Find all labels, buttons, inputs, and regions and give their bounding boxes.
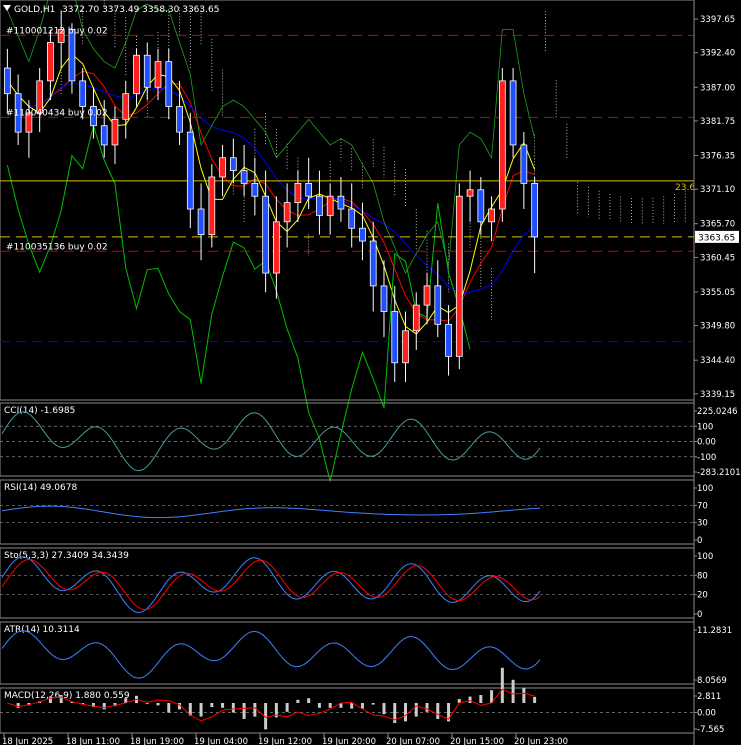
panel-scale-label: 100 bbox=[697, 422, 713, 432]
panel-title: Sto(5,3,3) 27.3409 34.3439 bbox=[4, 551, 129, 561]
panel-scale-label: 100 bbox=[697, 552, 713, 562]
candle bbox=[208, 164, 216, 248]
time-axis-label: 20 Jun 07:00 bbox=[386, 737, 440, 745]
order-label: #110040434 buy 0.02 bbox=[6, 108, 108, 118]
panel-scale-label: -100 bbox=[697, 453, 716, 463]
candle bbox=[509, 68, 517, 158]
price-axis-label: 3397.65 bbox=[700, 15, 735, 25]
panel-scale-label: 11.2831 bbox=[697, 626, 732, 636]
time-axis-label: 18 Jun 11:00 bbox=[66, 737, 120, 745]
price-axis-label: 3355.05 bbox=[700, 288, 735, 298]
candle bbox=[498, 68, 506, 222]
price-axis-label: 3392.40 bbox=[700, 49, 735, 59]
price-axis-label: 3360.45 bbox=[700, 253, 735, 263]
order-label: #110035136 buy 0.02 bbox=[6, 242, 108, 252]
fib-level-label: 23.6 bbox=[675, 183, 695, 193]
panel-scale-label: 20 bbox=[697, 591, 708, 601]
time-axis-label: 18 Jun 19:00 bbox=[130, 737, 184, 745]
panel-scale-label: 30 bbox=[697, 519, 708, 529]
time-axis-label: 18 Jun 2025 bbox=[2, 737, 53, 745]
chart-window[interactable]: #110001212 buy 0.02 #110040434 buy 0.02 #1… bbox=[0, 0, 741, 745]
price-axis-label: 3371.10 bbox=[700, 185, 735, 195]
current-price-label: 3363.65 bbox=[698, 233, 735, 243]
time-axis-label: 19 Jun 20:00 bbox=[322, 737, 376, 745]
price-axis-label: 3349.80 bbox=[700, 322, 735, 332]
price-axis-label: 3381.75 bbox=[700, 117, 735, 127]
panel-scale-label: -283.2101 bbox=[697, 468, 741, 478]
price-axis-label: 3365.70 bbox=[700, 220, 735, 230]
current-price-tag: 3363.65 bbox=[695, 230, 739, 243]
candle bbox=[455, 183, 463, 370]
time-axis-label: 19 Jun 04:00 bbox=[194, 737, 248, 745]
panel-scale-label: -7.565 bbox=[697, 725, 724, 735]
order-label: #110001212 buy 0.02 bbox=[6, 26, 108, 36]
chart-ohlc-values: 3372.70 3373.49 3358.30 3363.65 bbox=[62, 5, 219, 15]
panel-title: RSI(14) 49.0678 bbox=[4, 483, 77, 493]
price-axis-label: 3387.00 bbox=[700, 83, 735, 93]
panel-scale-label: 8.0569 bbox=[697, 676, 727, 686]
time-axis-label: 20 Jun 15:00 bbox=[450, 737, 504, 745]
price-axis-label: 3339.15 bbox=[700, 390, 735, 400]
panel-scale-label: 0.00 bbox=[697, 438, 716, 448]
panel-scale-label: 2.811 bbox=[697, 692, 721, 702]
panel-scale-label: 0 bbox=[697, 536, 702, 546]
panel-scale-label: 225.0246 bbox=[697, 407, 738, 417]
time-axis-label: 20 Jun 23:00 bbox=[514, 737, 568, 745]
price-axis-label: 3344.40 bbox=[700, 356, 735, 366]
panel-scale-label: 100 bbox=[697, 484, 713, 494]
chart-symbol-timeframe: GOLD,H1 bbox=[14, 5, 55, 15]
time-axis-label: 19 Jun 12:00 bbox=[258, 737, 312, 745]
panel-scale-label: 0.00 bbox=[697, 709, 716, 719]
panel-scale-label: 0 bbox=[697, 610, 702, 620]
panel-title: CCI(14) -1.6985 bbox=[4, 406, 75, 416]
panel-scale-label: 70 bbox=[697, 501, 708, 511]
price-axis-label: 3376.35 bbox=[700, 152, 735, 162]
panel-scale-label: 80 bbox=[697, 571, 708, 581]
